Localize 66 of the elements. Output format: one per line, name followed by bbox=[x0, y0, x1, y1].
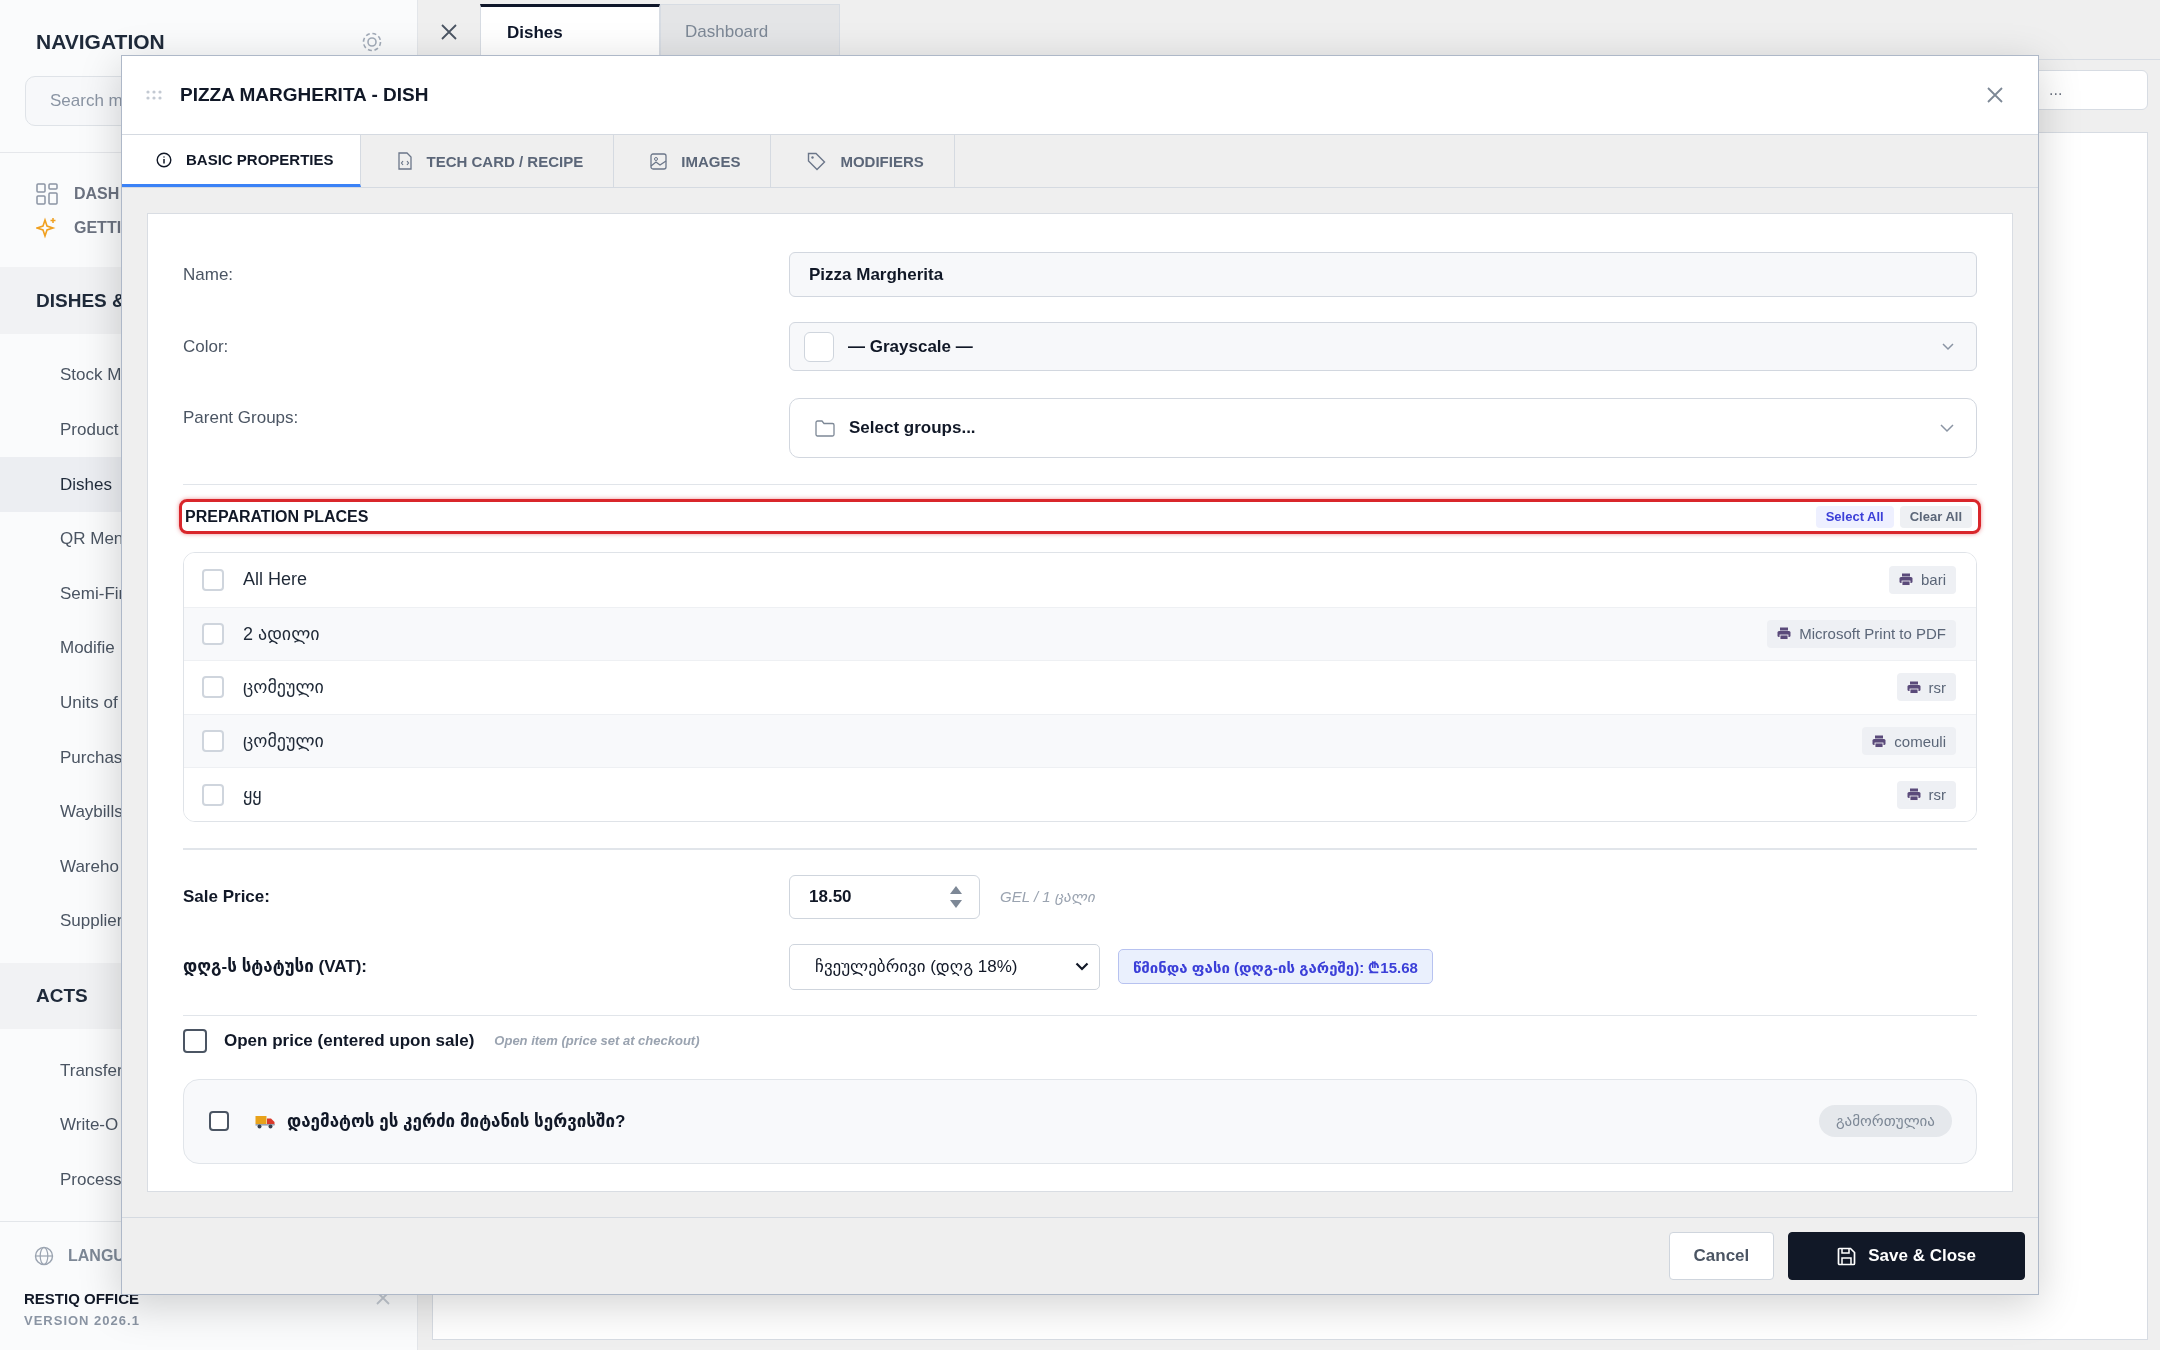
close-icon bbox=[440, 22, 458, 41]
place-name: All Here bbox=[243, 569, 309, 591]
printer-icon bbox=[1872, 734, 1887, 748]
printer-tag: comeuli bbox=[1862, 727, 1956, 756]
section-title: PREPARATION PLACES bbox=[185, 507, 370, 526]
price-field[interactable]: 18.50 bbox=[789, 874, 980, 919]
folder-icon bbox=[815, 419, 835, 437]
grid-icon bbox=[36, 183, 58, 205]
groups-select[interactable]: Select groups... bbox=[789, 398, 1977, 458]
vat-select[interactable]: ჩვეულებრივი (დღგ 18%) bbox=[789, 943, 1100, 990]
image-icon bbox=[650, 152, 668, 170]
printer-icon bbox=[1906, 681, 1921, 694]
place-name: ცომეული bbox=[243, 676, 325, 699]
printer-icon bbox=[1777, 627, 1792, 641]
drag-handle-icon bbox=[146, 90, 162, 100]
checkbox[interactable] bbox=[209, 1111, 229, 1132]
place-name: 2 ადილი bbox=[243, 622, 321, 645]
select-all-button[interactable]: Select All bbox=[1815, 505, 1894, 528]
tab[interactable]: BASIC PROPERTIES bbox=[122, 135, 361, 187]
field-label: Sale Price: bbox=[183, 886, 271, 907]
version-label: VERSION 2026.1 bbox=[24, 1313, 141, 1329]
printer-tag: rsr bbox=[1896, 673, 1956, 702]
tab[interactable]: IMAGES bbox=[614, 135, 772, 187]
tag-icon bbox=[807, 151, 827, 171]
field-label: Color: bbox=[183, 336, 230, 357]
name-field[interactable]: Pizza Margherita bbox=[789, 252, 1977, 297]
printer-icon bbox=[1899, 573, 1913, 587]
tab[interactable]: TECH CARD / RECIPE bbox=[360, 135, 615, 187]
close-icon bbox=[1986, 86, 2004, 104]
color-swatch bbox=[804, 331, 834, 362]
clear-all-button[interactable]: Clear All bbox=[1899, 505, 1972, 528]
save-button[interactable]: Save & Close bbox=[1788, 1232, 2025, 1280]
settings-icon bbox=[361, 31, 383, 54]
place-name: ყყ bbox=[243, 783, 263, 806]
sparkle-icon bbox=[36, 217, 58, 240]
printer-tag: Microsoft Print to PDF bbox=[1767, 619, 1956, 648]
field-label: Name: bbox=[183, 264, 235, 285]
hint-text: Open item (price set at checkout) bbox=[494, 1033, 700, 1049]
unit-label: GEL / 1 ცალი bbox=[1000, 887, 1095, 906]
dialog-title: PIZZA MARGHERITA - DISH bbox=[180, 84, 430, 106]
section-header[interactable]: ACTS bbox=[36, 984, 88, 1007]
status-badge: გამორთულია bbox=[1818, 1105, 1952, 1138]
color-select[interactable]: — Grayscale — bbox=[789, 322, 1977, 371]
truck-icon bbox=[255, 1113, 275, 1129]
save-icon bbox=[1837, 1246, 1857, 1266]
field-label: Parent Groups: bbox=[183, 408, 300, 428]
info-icon bbox=[156, 151, 172, 168]
sidebar-link[interactable]: DASH bbox=[74, 185, 120, 203]
chevron-down-icon bbox=[1075, 962, 1089, 972]
printer-tag: bari bbox=[1889, 565, 1956, 594]
printer-tag: rsr bbox=[1896, 780, 1956, 809]
sidebar-link[interactable]: GETTI bbox=[74, 219, 122, 238]
cancel-button[interactable]: Cancel bbox=[1668, 1232, 1775, 1280]
net-price-badge: წმინდა ფასი (დღგ-ის გარეშე): ₾15.68 bbox=[1118, 949, 1433, 985]
delivery-question: დაემატოს ეს კერძი მიტანის სერვისში? bbox=[287, 1110, 627, 1132]
printer-icon bbox=[1906, 788, 1921, 802]
tab[interactable]: MODIFIERS bbox=[771, 135, 955, 187]
file-code-icon bbox=[396, 152, 413, 170]
chevron-down-icon bbox=[1942, 342, 1954, 351]
checkbox[interactable] bbox=[183, 1028, 207, 1053]
globe-icon bbox=[34, 1246, 54, 1267]
field-label: დღგ-ს სტატუსი (VAT): bbox=[183, 956, 368, 978]
place-name: ცომეული bbox=[243, 730, 325, 753]
sidebar-title: NAVIGATION bbox=[36, 30, 165, 55]
chevron-down-icon bbox=[1940, 423, 1954, 433]
checkbox-label: Open price (entered upon sale) bbox=[224, 1030, 475, 1051]
